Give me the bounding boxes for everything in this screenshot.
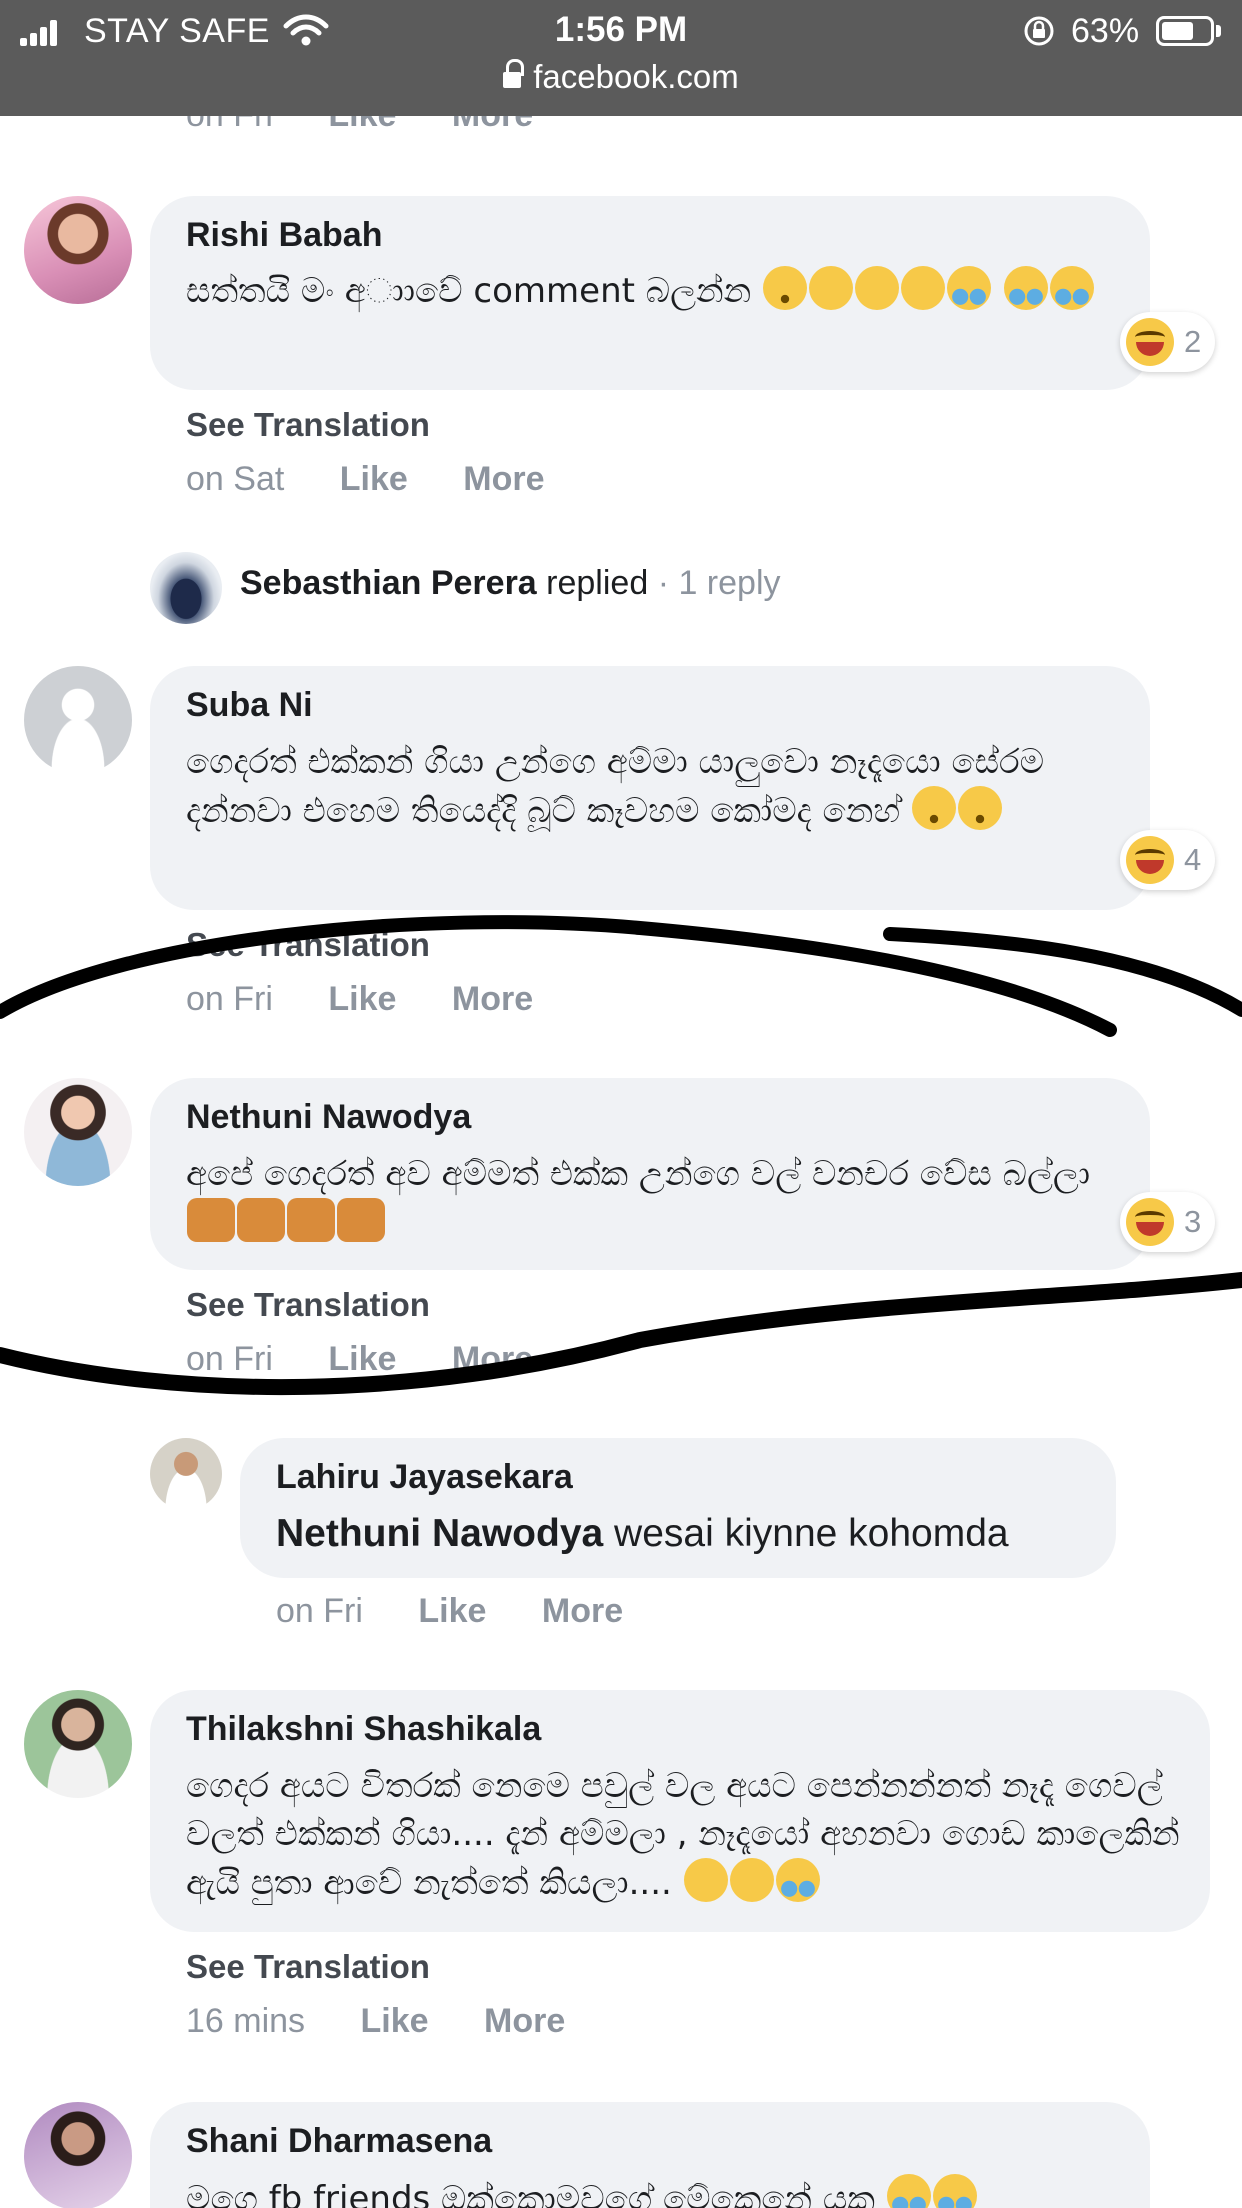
more-link[interactable]: More [452,980,533,1019]
comment-text: ගෙදරත් එක්කන් ගියා උන්ගෙ අම්මා යාලුවො නෑ… [186,738,1120,835]
tears-of-joy-emoji-icon [1049,266,1094,310]
tears-of-joy-emoji-icon [1003,266,1048,310]
rolling-eyes-emoji-icon [911,786,956,830]
battery-icon [1156,16,1214,46]
reply-text: Nethuni Nawodya wesai kiynne kohomda [276,1510,1086,1558]
like-link[interactable]: Like [418,1592,486,1631]
comment-author[interactable]: Rishi Babah [186,216,382,255]
grinning-sweat-emoji-icon [683,1858,728,1902]
reaction-badge[interactable]: 4 [1120,830,1216,890]
rotation-lock-icon [1024,16,1054,46]
comment-bubble: Nethuni Nawodya අපේ ගෙදරත් අව අම්මත් එක්… [150,1078,1150,1270]
haha-reaction-icon [1126,1198,1174,1246]
more-link[interactable]: More [542,1592,623,1631]
hand-over-mouth-emoji-icon [809,266,854,310]
comment-text: මගෙ fb friends ඔක්කොමවගේ මේකෙනේ යක [186,2174,1120,2208]
reply-count: · 1 reply [657,564,781,602]
lock-icon [503,59,525,90]
like-link[interactable]: Like [328,1340,396,1379]
comment-meta: 16 mins Like More [186,2002,611,2041]
comment-meta: on Fri Like More [186,1340,579,1379]
rolling-eyes-emoji-icon [763,266,808,310]
tears-of-joy-emoji-icon [947,266,992,310]
comment-text-content: ගෙදර අයට විතරක් නෙමෙ පවුල් වල අයට පෙන්නන… [186,1766,1180,1903]
see-translation-link[interactable]: See Translation [186,926,430,964]
avatar[interactable] [24,2102,132,2208]
tears-of-joy-emoji-icon [886,2174,931,2208]
dog-emoji-icon [187,1198,235,1242]
replied-label: replied [546,564,649,602]
comment-author[interactable]: Suba Ni [186,686,313,725]
comment-text-content: මගෙ fb friends ඔක්කොමවගේ මේකෙනේ යක [186,2179,875,2208]
avatar[interactable] [150,1438,222,1510]
mention-link[interactable]: Nethuni Nawodya [276,1512,603,1555]
hand-over-mouth-emoji-icon [901,266,946,310]
dog-emoji-icon [337,1198,385,1242]
address-bar[interactable]: facebook.com [0,58,1242,104]
reply-bubble: Lahiru Jayasekara Nethuni Nawodya wesai … [240,1438,1116,1578]
reaction-badge[interactable]: 2 [1120,312,1216,372]
avatar[interactable] [24,1690,132,1798]
like-link[interactable]: Like [328,980,396,1019]
haha-reaction-icon [1126,318,1174,366]
battery-percentage: 63% [1071,12,1140,50]
reply-meta: on Fri Like More [276,1592,669,1631]
reaction-count: 4 [1184,842,1202,877]
like-link[interactable]: Like [340,460,408,499]
reply-time: on Fri [276,1592,363,1630]
comment-feed: on Fri Like More Rishi Babah සත්තයි මං අ… [0,0,1242,2208]
more-link[interactable]: More [452,1340,533,1379]
comment-text-content: අපේ ගෙදරත් අව අම්මත් එක්ක උන්ගෙ වල් වනචර… [186,1154,1091,1194]
comment-bubble: Rishi Babah සත්තයි මං අාාවේ comment බලන්… [150,196,1150,390]
comment-time: 16 mins [186,2002,306,2040]
comment-time: on Sat [186,460,285,498]
see-translation-link[interactable]: See Translation [186,1948,430,1986]
replier-name: Sebasthian Perera [240,564,537,602]
see-translation-link[interactable]: See Translation [186,1286,430,1324]
confused-emoji-icon [957,786,1002,830]
url-text: facebook.com [533,58,739,95]
comment-text-content: සත්තයි මං අාාවේ comment බලන්න [186,271,752,311]
see-translation-link[interactable]: See Translation [186,406,430,444]
comment-meta: on Fri Like More [186,980,579,1019]
avatar[interactable] [24,666,132,774]
avatar[interactable] [150,552,222,624]
comment-text: අපේ ගෙදරත් අව අම්මත් එක්ක උන්ගෙ වල් වනචර… [186,1150,1120,1247]
comment-bubble: Thilakshni Shashikala ගෙදර අයට විතරක් නෙ… [150,1690,1210,1932]
tears-of-joy-emoji-icon [932,2174,977,2208]
comment-author[interactable]: Shani Dharmasena [186,2122,492,2161]
status-bar: STAY SAFE 1:56 PM 63% [0,0,1242,62]
comment-bubble: Suba Ni ගෙදරත් එක්කන් ගියා උන්ගෙ අම්මා ය… [150,666,1150,910]
comment-text: ගෙදර අයට විතරක් නෙමෙ පවුල් වල අයට පෙන්නන… [186,1762,1180,1907]
reaction-count: 2 [1184,324,1202,359]
haha-reaction-icon [1126,836,1174,884]
hand-over-mouth-emoji-icon [855,266,900,310]
avatar[interactable] [24,1078,132,1186]
reply-author[interactable]: Lahiru Jayasekara [276,1458,573,1497]
battery-nub [1216,25,1221,37]
reaction-badge[interactable]: 3 [1120,1192,1216,1252]
sad-sweat-emoji-icon [775,1858,820,1902]
grinning-sweat-emoji-icon [729,1858,774,1902]
comment-time: on Fri [186,980,273,1018]
comment-author[interactable]: Nethuni Nawodya [186,1098,471,1137]
comment-text: සත්තයි මං අාාවේ comment බලන්න [186,266,1120,315]
reply-text-content: wesai kiynne kohomda [614,1512,1009,1555]
view-replies-link[interactable]: Sebasthian Perera replied · 1 reply [240,564,781,603]
avatar[interactable] [24,196,132,304]
comment-time: on Fri [186,1340,273,1378]
like-link[interactable]: Like [361,2002,429,2041]
comment-author[interactable]: Thilakshni Shashikala [186,1710,541,1749]
browser-top-bar: STAY SAFE 1:56 PM 63% facebook.com [0,0,1242,116]
dog-emoji-icon [237,1198,285,1242]
reaction-count: 3 [1184,1204,1202,1239]
comment-meta: on Sat Like More [186,460,591,499]
comment-bubble: Shani Dharmasena මගෙ fb friends ඔක්කොමවග… [150,2102,1150,2208]
more-link[interactable]: More [484,2002,565,2041]
more-link[interactable]: More [463,460,544,499]
dog-emoji-icon [287,1198,335,1242]
